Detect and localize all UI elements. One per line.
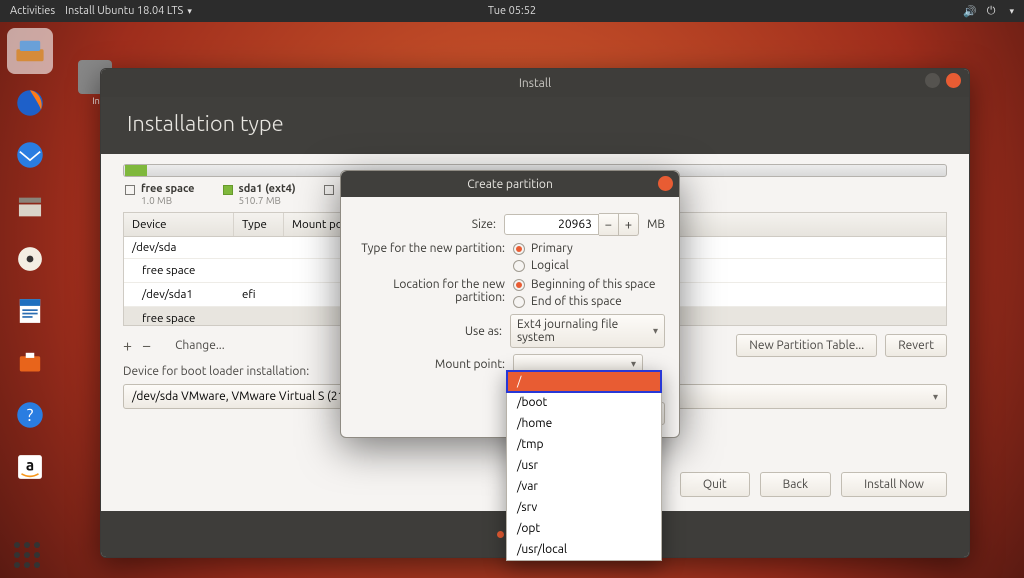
show-applications-button[interactable] xyxy=(14,542,40,568)
svg-text:a: a xyxy=(26,456,34,473)
radio-logical[interactable]: Logical xyxy=(513,259,573,272)
location-label: Location for the new partition: xyxy=(355,278,505,304)
size-input[interactable] xyxy=(504,214,599,235)
dropdown-option[interactable]: /tmp xyxy=(507,434,661,455)
change-button[interactable]: Change... xyxy=(175,339,225,352)
radio-primary[interactable]: Primary xyxy=(513,242,573,255)
chevron-down-icon: ▾ xyxy=(653,325,658,337)
dock-firefox[interactable] xyxy=(7,80,53,126)
mount-point-dropdown: / /boot /home /tmp /usr /var /srv /opt /… xyxy=(506,370,662,561)
dropdown-option[interactable]: /boot xyxy=(507,392,661,413)
activities-button[interactable]: Activities xyxy=(10,5,55,17)
dock-rhythmbox[interactable] xyxy=(7,236,53,282)
use-as-label: Use as: xyxy=(355,325,502,338)
chevron-down-icon: ▾ xyxy=(187,6,192,17)
radio-beginning[interactable]: Beginning of this space xyxy=(513,278,656,291)
window-titlebar[interactable]: Install xyxy=(101,69,969,97)
volume-icon[interactable]: 🔊 xyxy=(963,5,977,18)
remove-partition-button[interactable]: − xyxy=(142,337,161,355)
dock-thunderbird[interactable] xyxy=(7,132,53,178)
size-label: Size: xyxy=(355,218,496,231)
dropdown-option[interactable]: / xyxy=(507,371,661,392)
new-partition-table-button[interactable]: New Partition Table... xyxy=(736,334,877,357)
dialog-titlebar[interactable]: Create partition xyxy=(341,171,679,197)
install-now-button[interactable]: Install Now xyxy=(841,472,947,497)
mount-point-label: Mount point: xyxy=(355,358,505,371)
chevron-down-icon: ▾ xyxy=(1009,6,1014,17)
top-panel: Activities Install Ubuntu 18.04 LTS▾ Tue… xyxy=(0,0,1024,22)
back-button[interactable]: Back xyxy=(760,472,831,497)
dock-files[interactable] xyxy=(7,184,53,230)
size-decrement[interactable]: − xyxy=(599,213,619,236)
type-label: Type for the new partition: xyxy=(355,242,505,255)
installer-header: Installation type xyxy=(101,97,969,154)
close-button[interactable] xyxy=(946,73,961,88)
dock-software[interactable] xyxy=(7,340,53,386)
dock: ? a xyxy=(0,22,60,578)
power-icon[interactable]: ⏻ xyxy=(987,5,996,18)
col-type[interactable]: Type xyxy=(234,213,284,236)
radio-end[interactable]: End of this space xyxy=(513,295,656,308)
revert-button[interactable]: Revert xyxy=(885,334,947,357)
svg-text:?: ? xyxy=(27,406,34,425)
dock-writer[interactable] xyxy=(7,288,53,334)
dropdown-option[interactable]: /srv xyxy=(507,497,661,518)
size-unit: MB xyxy=(647,218,665,231)
dropdown-option[interactable]: /home xyxy=(507,413,661,434)
page-title: Installation type xyxy=(127,111,943,136)
minimize-button[interactable] xyxy=(925,73,940,88)
app-menu[interactable]: Install Ubuntu 18.04 LTS▾ xyxy=(65,5,192,17)
part-label-sda1: sda1 (ext4)510.7 MB xyxy=(223,183,296,206)
clock[interactable]: Tue 05:52 xyxy=(488,5,536,17)
dock-help[interactable]: ? xyxy=(7,392,53,438)
size-increment[interactable]: + xyxy=(619,213,639,236)
col-device[interactable]: Device xyxy=(124,213,234,236)
add-partition-button[interactable]: + xyxy=(123,337,142,355)
dropdown-option[interactable]: /opt xyxy=(507,518,661,539)
quit-button[interactable]: Quit xyxy=(680,472,750,497)
dropdown-option[interactable]: /var xyxy=(507,476,661,497)
dialog-close-button[interactable] xyxy=(658,176,673,191)
dock-installer[interactable] xyxy=(7,28,53,74)
dock-amazon[interactable]: a xyxy=(7,444,53,490)
chevron-down-icon: ▾ xyxy=(933,391,938,403)
dropdown-option[interactable]: /usr/local xyxy=(507,539,661,560)
part-label-free1: free space1.0 MB xyxy=(125,183,195,206)
chevron-down-icon: ▾ xyxy=(631,358,636,370)
use-as-combo[interactable]: Ext4 journaling file system▾ xyxy=(510,314,665,348)
dropdown-option[interactable]: /usr xyxy=(507,455,661,476)
